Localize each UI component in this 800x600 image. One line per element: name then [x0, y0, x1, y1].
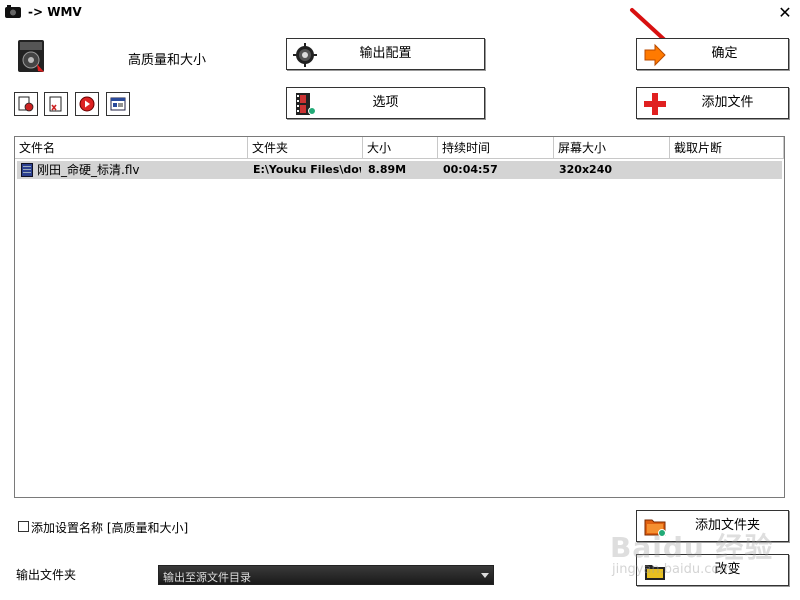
cell-duration: 00:04:57	[443, 163, 498, 176]
profile-label: 高质量和大小	[128, 53, 207, 68]
file-list-header: 文件名 文件夹 大小 持续时间 屏幕大小 截取片断	[15, 137, 784, 160]
output-folder-select[interactable]: 输出至源文件目录	[158, 565, 494, 585]
play-button[interactable]	[75, 92, 99, 116]
output-settings-label: 输出配置	[359, 46, 412, 61]
ok-label: 确定	[711, 46, 738, 61]
table-row[interactable]: 刚田_命硬_标清.flv E:\Youku Files\dow... 8.89M…	[17, 161, 782, 179]
video-file-icon	[21, 163, 33, 177]
column-header-size[interactable]: 大小	[363, 137, 438, 159]
column-header-screen-size[interactable]: 屏幕大小	[554, 137, 670, 159]
column-header-folder[interactable]: 文件夹	[248, 137, 363, 159]
options-button[interactable]: 选项	[286, 87, 485, 119]
output-folder-value: 输出至源文件目录	[163, 571, 251, 584]
app-icon	[5, 5, 21, 18]
options-label: 选项	[372, 95, 399, 110]
cell-folder: E:\Youku Files\dow...	[253, 163, 361, 176]
info-card-icon	[110, 97, 126, 111]
column-header-duration[interactable]: 持续时间	[438, 137, 554, 159]
close-icon: ✕	[778, 3, 792, 22]
cell-screen-size: 320x240	[559, 163, 613, 176]
watermark: Baidu 经验	[610, 531, 774, 564]
watermark-url: jingyan.baidu.com	[612, 562, 732, 577]
play-icon	[79, 96, 95, 112]
cell-size: 8.89M	[368, 163, 407, 176]
add-setting-name-checkbox[interactable]	[18, 521, 29, 532]
cell-clip	[675, 161, 780, 179]
remove-item-button[interactable]	[44, 92, 68, 116]
cell-filename: 刚田_命硬_标清.flv	[37, 163, 140, 177]
info-button[interactable]	[106, 92, 130, 116]
column-header-filename[interactable]: 文件名	[15, 137, 248, 159]
column-header-clip[interactable]: 截取片断	[670, 137, 784, 159]
ok-button[interactable]: 确定	[636, 38, 789, 70]
file-list[interactable]: 文件名 文件夹 大小 持续时间 屏幕大小 截取片断 刚田_命硬_标清.flv E…	[14, 136, 785, 498]
add-setting-name-label: 添加设置名称 [高质量和大小]	[31, 521, 189, 535]
chevron-down-icon	[481, 573, 489, 578]
window-title: -> WMV	[28, 5, 82, 19]
add-file-button[interactable]: 添加文件	[636, 87, 789, 119]
new-item-button[interactable]	[14, 92, 38, 116]
document-record-icon	[18, 96, 34, 112]
add-file-label: 添加文件	[701, 95, 754, 110]
close-button[interactable]: ✕	[774, 2, 796, 24]
output-folder-label: 输出文件夹	[16, 568, 77, 582]
document-delete-icon	[49, 96, 62, 112]
plus-icon	[644, 93, 666, 115]
profile-icon	[18, 40, 44, 72]
output-settings-button[interactable]: 输出配置	[286, 38, 485, 70]
